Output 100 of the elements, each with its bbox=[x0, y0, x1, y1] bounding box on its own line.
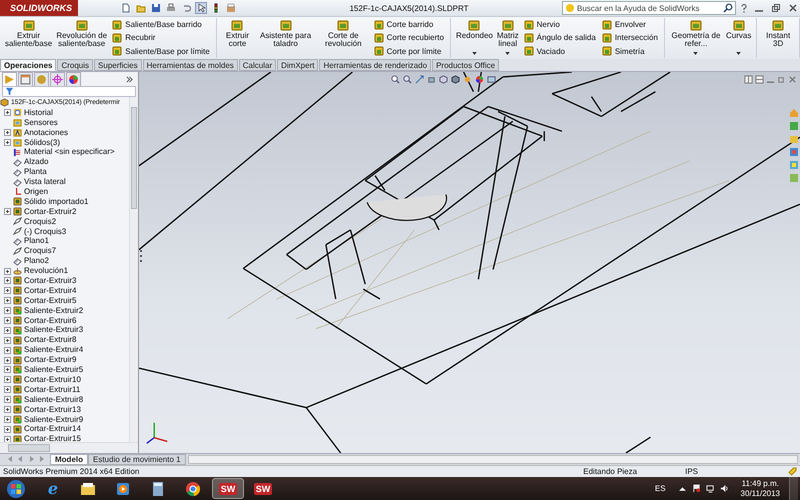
expand-icon[interactable] bbox=[4, 336, 11, 344]
ribbon-button[interactable]: Intersección bbox=[600, 32, 660, 43]
expand-icon[interactable] bbox=[4, 277, 11, 284]
expand-icon[interactable] bbox=[4, 129, 11, 136]
ribbon-button[interactable]: Corte por límite bbox=[372, 46, 446, 56]
ribbon-tab[interactable]: Herramientas de renderizado bbox=[319, 59, 432, 71]
ribbon-button[interactable]: Saliente/Base barrido bbox=[110, 20, 212, 30]
help-icon[interactable] bbox=[739, 3, 749, 13]
undo-icon[interactable] bbox=[181, 3, 191, 13]
ribbon-button[interactable]: Curvas bbox=[725, 18, 752, 56]
ribbon-button[interactable]: Geometría de refer... bbox=[668, 18, 723, 56]
tree-item[interactable]: Cortar-Extruir5 bbox=[24, 296, 76, 306]
panel-collapse-handle[interactable] bbox=[139, 248, 143, 264]
expand-icon[interactable] bbox=[4, 376, 11, 384]
expand-icon[interactable] bbox=[4, 436, 11, 442]
property-manager-icon[interactable] bbox=[18, 72, 33, 86]
appearance-icon[interactable] bbox=[475, 75, 484, 84]
expand-icon[interactable] bbox=[4, 426, 11, 433]
display-style-icon[interactable] bbox=[451, 75, 460, 84]
previous-view-icon[interactable] bbox=[415, 75, 424, 84]
tree-item[interactable]: Saliente-Extruir3 bbox=[24, 325, 84, 336]
expand-icon[interactable] bbox=[4, 386, 11, 394]
horizontal-scrollbar[interactable] bbox=[0, 442, 138, 453]
ribbon-button[interactable]: Revolución de saliente/base bbox=[55, 18, 108, 56]
tree-item[interactable]: Sensores bbox=[24, 118, 58, 128]
ribbon-button[interactable]: Instant 3D bbox=[761, 18, 795, 56]
split-view-icon[interactable] bbox=[744, 75, 753, 84]
crosshair-icon[interactable] bbox=[50, 72, 65, 86]
tree-item[interactable]: Cortar-Extruir11 bbox=[24, 384, 80, 395]
ribbon-button[interactable]: Corte recubierto bbox=[372, 32, 446, 43]
ribbon-button[interactable]: Corte de revolución bbox=[316, 18, 370, 56]
ribbon-tab[interactable]: Calcular bbox=[238, 59, 276, 71]
language-indicator[interactable]: ES bbox=[654, 484, 666, 493]
tree-item[interactable]: Historial bbox=[24, 108, 53, 118]
expand-icon[interactable] bbox=[4, 287, 11, 294]
expand-icon[interactable] bbox=[4, 297, 11, 304]
start-button-icon[interactable] bbox=[6, 478, 26, 498]
tree-item[interactable]: Saliente-Extruir2 bbox=[24, 306, 84, 316]
expand-icon[interactable] bbox=[4, 317, 11, 324]
expand-icon[interactable] bbox=[4, 356, 11, 364]
ribbon-button[interactable]: Simetría bbox=[600, 46, 660, 56]
dropdown-caret-icon[interactable] bbox=[505, 52, 510, 55]
tree-item[interactable]: Cortar-Extruir2 bbox=[24, 206, 76, 217]
ribbon-button[interactable]: Saliente/Base por límite bbox=[110, 46, 212, 56]
ribbon-button[interactable]: Recubrir bbox=[110, 32, 212, 43]
ribbon-tab[interactable]: Croquis bbox=[57, 59, 94, 71]
expand-icon[interactable] bbox=[4, 346, 11, 354]
tree-item[interactable]: Anotaciones bbox=[24, 128, 68, 138]
tree-item[interactable]: Alzado bbox=[24, 157, 48, 168]
appearance-icon[interactable] bbox=[66, 72, 81, 86]
dropdown-caret-icon[interactable] bbox=[736, 52, 742, 55]
ribbon-button[interactable]: Asistente para taladro bbox=[256, 18, 315, 56]
section-view-icon[interactable] bbox=[427, 75, 436, 84]
ribbon-tab[interactable]: Superficies bbox=[94, 59, 142, 71]
expand-icon[interactable] bbox=[4, 396, 11, 404]
ribbon-button[interactable]: Nervio bbox=[522, 20, 598, 30]
ribbon-tab[interactable]: Herramientas de moldes bbox=[142, 59, 238, 71]
expand-icon[interactable] bbox=[4, 406, 11, 414]
tree-item[interactable]: Croquis2 bbox=[24, 216, 56, 227]
ribbon-button[interactable]: Redondeo bbox=[454, 18, 494, 56]
restore-icon[interactable] bbox=[777, 75, 786, 84]
select-pointer-icon[interactable] bbox=[196, 3, 206, 13]
clock[interactable]: 11:49 p.m. 30/11/2013 bbox=[740, 478, 780, 498]
vertical-scrollbar[interactable] bbox=[129, 97, 138, 442]
expand-icon[interactable] bbox=[4, 208, 11, 216]
horizontal-scrollbar[interactable] bbox=[188, 455, 798, 464]
ribbon-button[interactable]: Matriz lineal bbox=[496, 18, 520, 56]
tree-item[interactable]: Sólidos(3) bbox=[24, 138, 60, 148]
folder-icon[interactable] bbox=[789, 134, 799, 144]
tree-item[interactable]: Cortar-Extruir15 bbox=[24, 434, 81, 442]
zoom-area-icon[interactable] bbox=[403, 75, 412, 84]
zoom-fit-icon[interactable] bbox=[391, 75, 400, 84]
ribbon-tab[interactable]: Productos Office bbox=[432, 59, 500, 71]
close-icon[interactable] bbox=[788, 75, 797, 84]
volume-icon[interactable] bbox=[720, 484, 729, 493]
hide-show-icon[interactable] bbox=[463, 75, 472, 84]
more-chevron-icon[interactable] bbox=[126, 76, 133, 82]
expand-icon[interactable] bbox=[4, 268, 11, 275]
ribbon-button[interactable]: Corte barrido bbox=[372, 20, 446, 30]
ribbon-tab[interactable]: Operaciones bbox=[0, 59, 56, 71]
view-orientation-icon[interactable] bbox=[439, 75, 448, 84]
tree-item[interactable]: Plano2 bbox=[24, 256, 49, 266]
ribbon-button[interactable]: Envolver bbox=[600, 20, 660, 30]
taskbar-app[interactable]: SW bbox=[247, 478, 279, 499]
expand-icon[interactable] bbox=[4, 366, 11, 374]
model-tab[interactable]: Estudio de movimiento 1 bbox=[88, 454, 186, 465]
ribbon-button[interactable]: Extruir corte bbox=[220, 18, 254, 56]
ribbon-button[interactable]: Ángulo de salida bbox=[522, 32, 598, 43]
tree-item[interactable]: Cortar-Extruir3 bbox=[24, 276, 76, 286]
save-icon[interactable] bbox=[151, 3, 161, 13]
tree-item[interactable]: Material <sin especificar> bbox=[24, 147, 115, 158]
expand-icon[interactable] bbox=[4, 139, 11, 146]
tree-item[interactable]: Saliente-Extruir9 bbox=[24, 414, 84, 424]
ribbon-button[interactable]: Extruir saliente/base bbox=[4, 18, 54, 56]
tree-item[interactable]: Cortar-Extruir6 bbox=[24, 316, 76, 326]
tree-item[interactable]: Saliente-Extruir4 bbox=[24, 345, 84, 356]
restore-icon[interactable] bbox=[771, 3, 781, 13]
taskbar-app[interactable]: e bbox=[37, 478, 69, 499]
tree-item[interactable]: Sólido importado1 bbox=[24, 196, 88, 207]
print-icon[interactable] bbox=[166, 3, 176, 13]
